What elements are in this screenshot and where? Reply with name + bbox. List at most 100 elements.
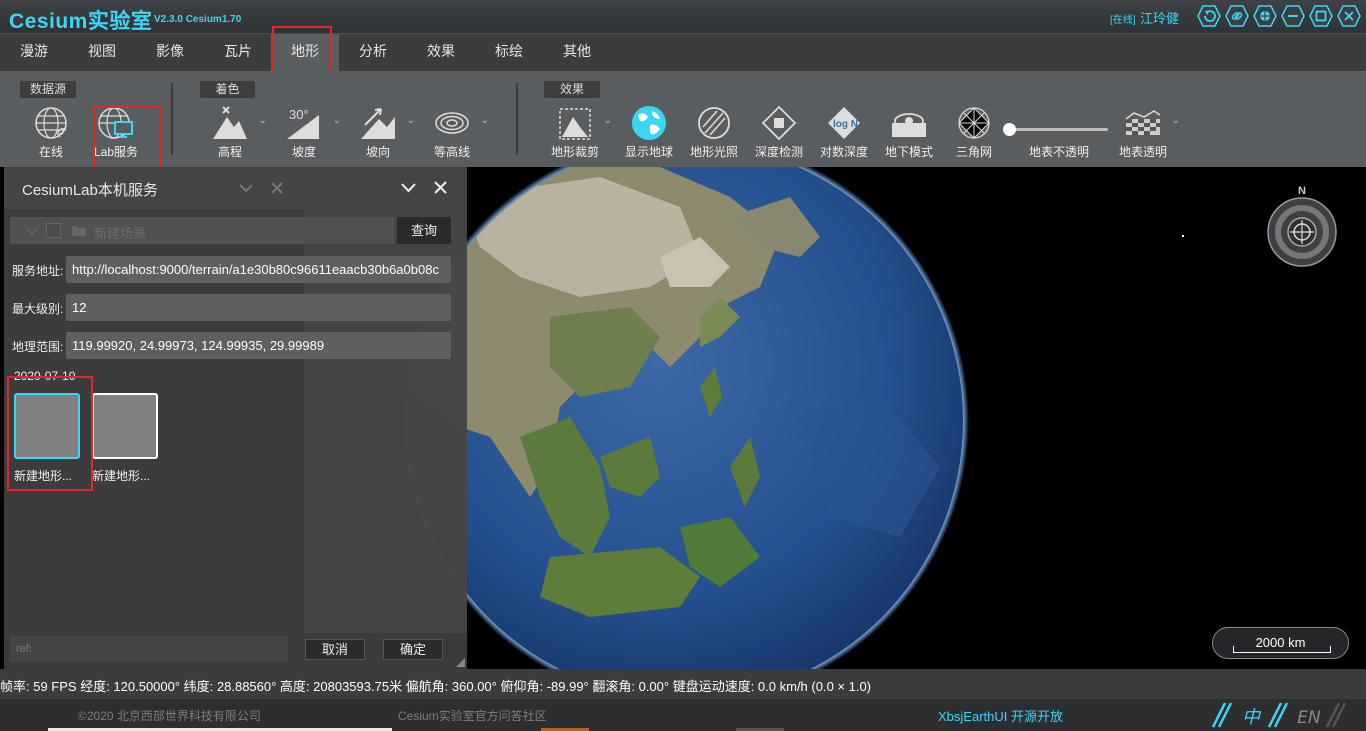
online-button[interactable]: 在线 <box>16 101 86 161</box>
minimize-icon[interactable] <box>1281 5 1305 27</box>
resize-handle-icon[interactable] <box>456 658 465 667</box>
scale-bar: 2000 km <box>1212 627 1349 659</box>
ok-button[interactable]: 确定 <box>383 639 443 660</box>
surface-opaque-control: 地表不透明 <box>1024 101 1094 161</box>
menu-analysis[interactable]: 分析 <box>339 34 407 71</box>
title-bar: Cesium实验室 V2.3.0 Cesium1.70 [在线] 江玲健 <box>0 0 1366 33</box>
chevron-down-icon[interactable]: ⌄ <box>259 115 267 126</box>
show-globe-icon <box>632 106 666 140</box>
online-globe-icon <box>35 107 67 139</box>
surface-opaque-label: 地表不透明 <box>1028 145 1089 159</box>
max-level-field[interactable]: 12 <box>66 294 451 321</box>
panel-header: CesiumLab本机服务 <box>4 167 467 209</box>
show-globe-label: 显示地球 <box>624 145 673 159</box>
chevron-down-icon[interactable]: ⌄ <box>481 115 489 126</box>
aspect-button[interactable]: 坡向 ⌄ <box>343 101 415 161</box>
menu-effects[interactable]: 效果 <box>407 34 475 71</box>
opacity-slider-track[interactable] <box>1010 128 1108 131</box>
max-level-label: 最大级别: <box>12 302 64 316</box>
compass-north-label: N <box>1298 185 1306 197</box>
scale-line <box>1233 646 1331 653</box>
opacity-slider-thumb[interactable] <box>1003 123 1016 136</box>
lang-en: EN <box>1297 708 1321 728</box>
link-icon[interactable] <box>1225 5 1249 27</box>
globe-settings-icon[interactable] <box>1253 5 1277 27</box>
undo-icon[interactable] <box>1197 5 1221 27</box>
ref-input[interactable]: ref: <box>10 636 288 662</box>
separator <box>171 83 173 155</box>
aspect-label: 坡向 <box>365 145 390 159</box>
elevation-label: 高程 <box>217 145 242 159</box>
compass-navigation[interactable]: N <box>1266 183 1338 269</box>
app-title: Cesium实验室 <box>9 10 153 33</box>
close-ghost-icon <box>271 182 283 194</box>
slope-button[interactable]: 30° 坡度 ⌄ <box>269 101 341 161</box>
copyright-text: ©2020 北京西部世界科技有限公司 <box>78 709 261 723</box>
contour-button[interactable]: 等高线 ⌄ <box>417 101 489 161</box>
main-menu: 漫游 视图 影像 瓦片 地形 分析 效果 标绘 其他 <box>0 33 1366 71</box>
cancel-button[interactable]: 取消 <box>305 639 365 660</box>
terrain-thumbnail[interactable] <box>92 393 158 459</box>
menu-plot[interactable]: 标绘 <box>475 34 543 71</box>
query-button[interactable]: 查询 <box>397 217 451 244</box>
panel-title: CesiumLab本机服务 <box>22 182 158 199</box>
terrain-lighting-button[interactable]: 地形光照 <box>679 101 749 161</box>
maximize-icon[interactable] <box>1309 5 1333 27</box>
group-label-coloring: 着色 <box>200 81 255 98</box>
scene-placeholder: 新建场景 <box>94 226 147 241</box>
surface-transparent-button[interactable]: 地表透明 ⌄ <box>1108 101 1180 161</box>
app-window: Cesium实验室 V2.3.0 Cesium1.70 [在线] 江玲健 漫游 … <box>0 0 1366 731</box>
service-url-field[interactable]: http://localhost:9000/terrain/a1e30b80c9… <box>66 256 451 283</box>
surface-transparent-label: 地表透明 <box>1118 145 1167 159</box>
chevron-down-icon[interactable]: ⌄ <box>333 115 341 126</box>
menu-roam[interactable]: 漫游 <box>0 34 68 71</box>
geo-range-label: 地理范围: <box>12 340 64 354</box>
contour-label: 等高线 <box>433 145 470 159</box>
open-source-link[interactable]: XbsjEarthUI 开源开放 <box>938 706 1063 725</box>
language-switch[interactable]: 中 EN <box>1205 699 1366 731</box>
underground-mode-button[interactable]: 地下模式 <box>874 101 944 161</box>
slope-label: 坡度 <box>291 145 316 159</box>
terrain-lighting-label: 地形光照 <box>689 145 738 159</box>
close-panel-icon[interactable] <box>433 180 448 195</box>
chevron-down-icon[interactable]: ⌄ <box>407 115 415 126</box>
slope-icon: 30° <box>287 107 319 139</box>
scene-select[interactable]: 新建场景 <box>10 217 394 244</box>
chevron-down-icon[interactable]: ⌄ <box>1172 115 1180 126</box>
chevron-down-icon <box>26 227 38 236</box>
user-status: [在线] <box>1110 15 1136 26</box>
terrain-clip-button[interactable]: 地形裁剪 ⌄ <box>540 101 612 161</box>
underground-mode-label: 地下模式 <box>884 145 933 159</box>
app-version: V2.3.0 Cesium1.70 <box>154 14 242 25</box>
separator <box>516 83 518 155</box>
menu-view[interactable]: 视图 <box>68 34 136 71</box>
geo-range-field[interactable]: 119.99920, 24.99973, 124.99935, 29.99989 <box>66 332 451 359</box>
earth-globe[interactable] <box>400 167 970 669</box>
group-label-effects: 效果 <box>544 81 600 98</box>
show-globe-button[interactable]: 显示地球 <box>614 101 684 161</box>
depth-test-button[interactable]: 深度检测 <box>744 101 814 161</box>
panel-footer: ref: 取消 确定 <box>4 633 467 669</box>
surface-transparent-icon <box>1125 110 1161 135</box>
triangle-mesh-button[interactable]: 三角网 <box>939 101 1009 161</box>
footer-bar: ©2020 北京西部世界科技有限公司 Cesium实验室官方问答社区 XbsjE… <box>0 699 1366 731</box>
menu-other[interactable]: 其他 <box>543 34 611 71</box>
online-label: 在线 <box>38 145 63 159</box>
community-link[interactable]: Cesium实验室官方问答社区 <box>398 707 547 724</box>
folder-icon <box>72 226 86 236</box>
elevation-button[interactable]: 高程 ⌄ <box>195 101 267 161</box>
log-depth-button[interactable]: log N 对数深度 <box>809 101 879 161</box>
scene-checkbox[interactable] <box>46 223 61 238</box>
service-url-label: 服务地址: <box>12 264 64 278</box>
collapse-ghost-icon <box>239 184 253 193</box>
log-depth-label: 对数深度 <box>819 145 868 159</box>
chevron-down-icon[interactable]: ⌄ <box>604 115 612 126</box>
close-icon[interactable] <box>1337 5 1361 27</box>
user-name[interactable]: 江玲健 <box>1140 8 1179 27</box>
menu-imagery[interactable]: 影像 <box>136 34 204 71</box>
status-bar: 帧率: 59 FPS 经度: 120.50000° 纬度: 28.88560° … <box>0 669 1366 699</box>
collapse-panel-icon[interactable] <box>400 180 417 195</box>
group-label-datasource: 数据源 <box>20 81 76 98</box>
menu-tiles[interactable]: 瓦片 <box>204 34 272 71</box>
contour-icon <box>435 112 469 134</box>
